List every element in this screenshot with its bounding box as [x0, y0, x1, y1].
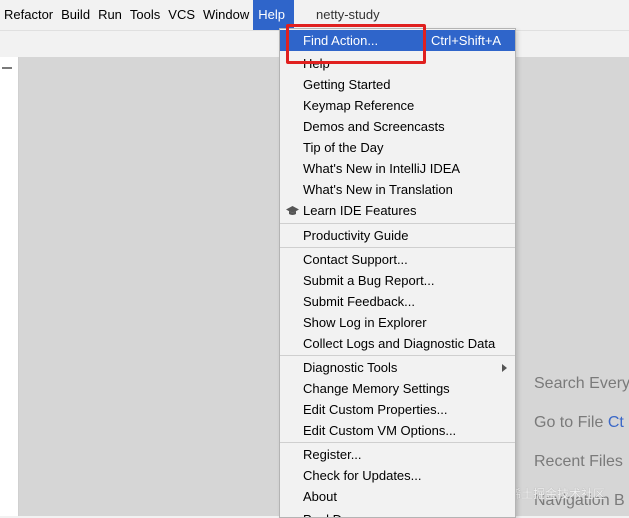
- menu-item-label: Change Memory Settings: [303, 381, 450, 396]
- menu-item-label: Edit Custom Properties...: [303, 402, 448, 417]
- menu-item-tip-of-the-day[interactable]: Tip of the Day: [280, 137, 515, 158]
- graduation-cap-icon: [286, 203, 299, 217]
- menu-item-label: Check for Updates...: [303, 468, 422, 483]
- project-title: netty-study: [316, 7, 380, 22]
- menu-item-label: Submit Feedback...: [303, 294, 415, 309]
- menu-item-label: Productivity Guide: [303, 228, 409, 243]
- menu-separator: [280, 247, 515, 248]
- menu-item-label: Submit a Bug Report...: [303, 273, 435, 288]
- menu-item-productivity-guide[interactable]: Productivity Guide: [280, 225, 515, 246]
- main-menubar: Refactor Build Run Tools VCS Window Help…: [0, 0, 629, 30]
- menu-item-label: Learn IDE Features: [303, 203, 417, 218]
- menu-separator: [280, 442, 515, 443]
- menu-window[interactable]: Window: [199, 0, 253, 30]
- menu-item-submit-feedback[interactable]: Submit Feedback...: [280, 291, 515, 312]
- menu-item-submit-bug-report[interactable]: Submit a Bug Report...: [280, 270, 515, 291]
- menu-tools[interactable]: Tools: [126, 0, 164, 30]
- menu-vcs[interactable]: VCS: [164, 0, 199, 30]
- menu-item-getting-started[interactable]: Getting Started: [280, 74, 515, 95]
- hint-go-to-file-label: Go to File: [534, 414, 604, 431]
- menu-item-label: Collect Logs and Diagnostic Data: [303, 336, 496, 351]
- menu-item-label: Find Action...: [303, 33, 379, 48]
- help-menu-dropdown: Find Action... Ctrl+Shift+A Help Getting…: [279, 28, 516, 518]
- menu-item-label: Show Log in Explorer: [303, 315, 427, 330]
- menu-item-learn-ide-features[interactable]: Learn IDE Features: [280, 200, 515, 221]
- menu-run[interactable]: Run: [94, 0, 126, 30]
- menu-item-shortcut: Ctrl+Shift+A: [431, 33, 502, 48]
- menu-item-label: About: [303, 489, 337, 504]
- menu-separator: [280, 355, 515, 356]
- menu-item-label: Keymap Reference: [303, 98, 415, 113]
- hint-search-everywhere: Search Every: [534, 375, 629, 392]
- hint-go-to-file: Go to File Ct: [534, 414, 624, 432]
- menu-item-about[interactable]: About: [280, 486, 515, 507]
- menu-item-label: Tip of the Day: [303, 140, 384, 155]
- menu-help[interactable]: Help: [253, 0, 295, 30]
- menu-refactor[interactable]: Refactor: [0, 0, 57, 30]
- menu-item-check-for-updates[interactable]: Check for Updates...: [280, 465, 515, 486]
- menu-item-label: Demos and Screencasts: [303, 119, 445, 134]
- hint-go-to-file-shortcut: Ct: [607, 414, 624, 431]
- submenu-arrow-icon: [502, 364, 507, 372]
- menu-item-show-log[interactable]: Show Log in Explorer: [280, 312, 515, 333]
- menu-item-label: Edit Custom VM Options...: [303, 423, 457, 438]
- menu-item-whats-new-idea[interactable]: What's New in IntelliJ IDEA: [280, 158, 515, 179]
- menu-item-partial[interactable]: Paul D...: [280, 509, 515, 517]
- menu-item-edit-custom-properties[interactable]: Edit Custom Properties...: [280, 399, 515, 420]
- menu-item-label: Getting Started: [303, 77, 391, 92]
- menu-item-help[interactable]: Help: [280, 53, 515, 74]
- menu-item-contact-support[interactable]: Contact Support...: [280, 249, 515, 270]
- menu-item-diagnostic-tools[interactable]: Diagnostic Tools: [280, 357, 515, 378]
- menu-item-label: Register...: [303, 447, 362, 462]
- menu-item-demos-screencasts[interactable]: Demos and Screencasts: [280, 116, 515, 137]
- menu-item-label: Help: [303, 56, 330, 71]
- menu-item-find-action[interactable]: Find Action... Ctrl+Shift+A: [280, 30, 515, 51]
- menu-item-change-memory-settings[interactable]: Change Memory Settings: [280, 378, 515, 399]
- menu-item-whats-new-translation[interactable]: What's New in Translation: [280, 179, 515, 200]
- project-tool-window: [0, 57, 19, 516]
- menu-item-edit-custom-vm-options[interactable]: Edit Custom VM Options...: [280, 420, 515, 441]
- menu-item-keymap-reference[interactable]: Keymap Reference: [280, 95, 515, 116]
- menu-item-label: Paul D...: [303, 509, 353, 517]
- menu-item-collect-logs[interactable]: Collect Logs and Diagnostic Data: [280, 333, 515, 354]
- menu-item-label: Contact Support...: [303, 252, 408, 267]
- menu-item-register[interactable]: Register...: [280, 444, 515, 465]
- collapse-icon[interactable]: [2, 67, 12, 69]
- menu-item-label: What's New in Translation: [303, 182, 453, 197]
- menu-separator: [280, 223, 515, 224]
- menu-item-label: What's New in IntelliJ IDEA: [303, 161, 461, 176]
- menu-item-label: Diagnostic Tools: [303, 360, 398, 375]
- menu-build[interactable]: Build: [57, 0, 94, 30]
- hint-recent-files: Recent Files: [534, 453, 623, 470]
